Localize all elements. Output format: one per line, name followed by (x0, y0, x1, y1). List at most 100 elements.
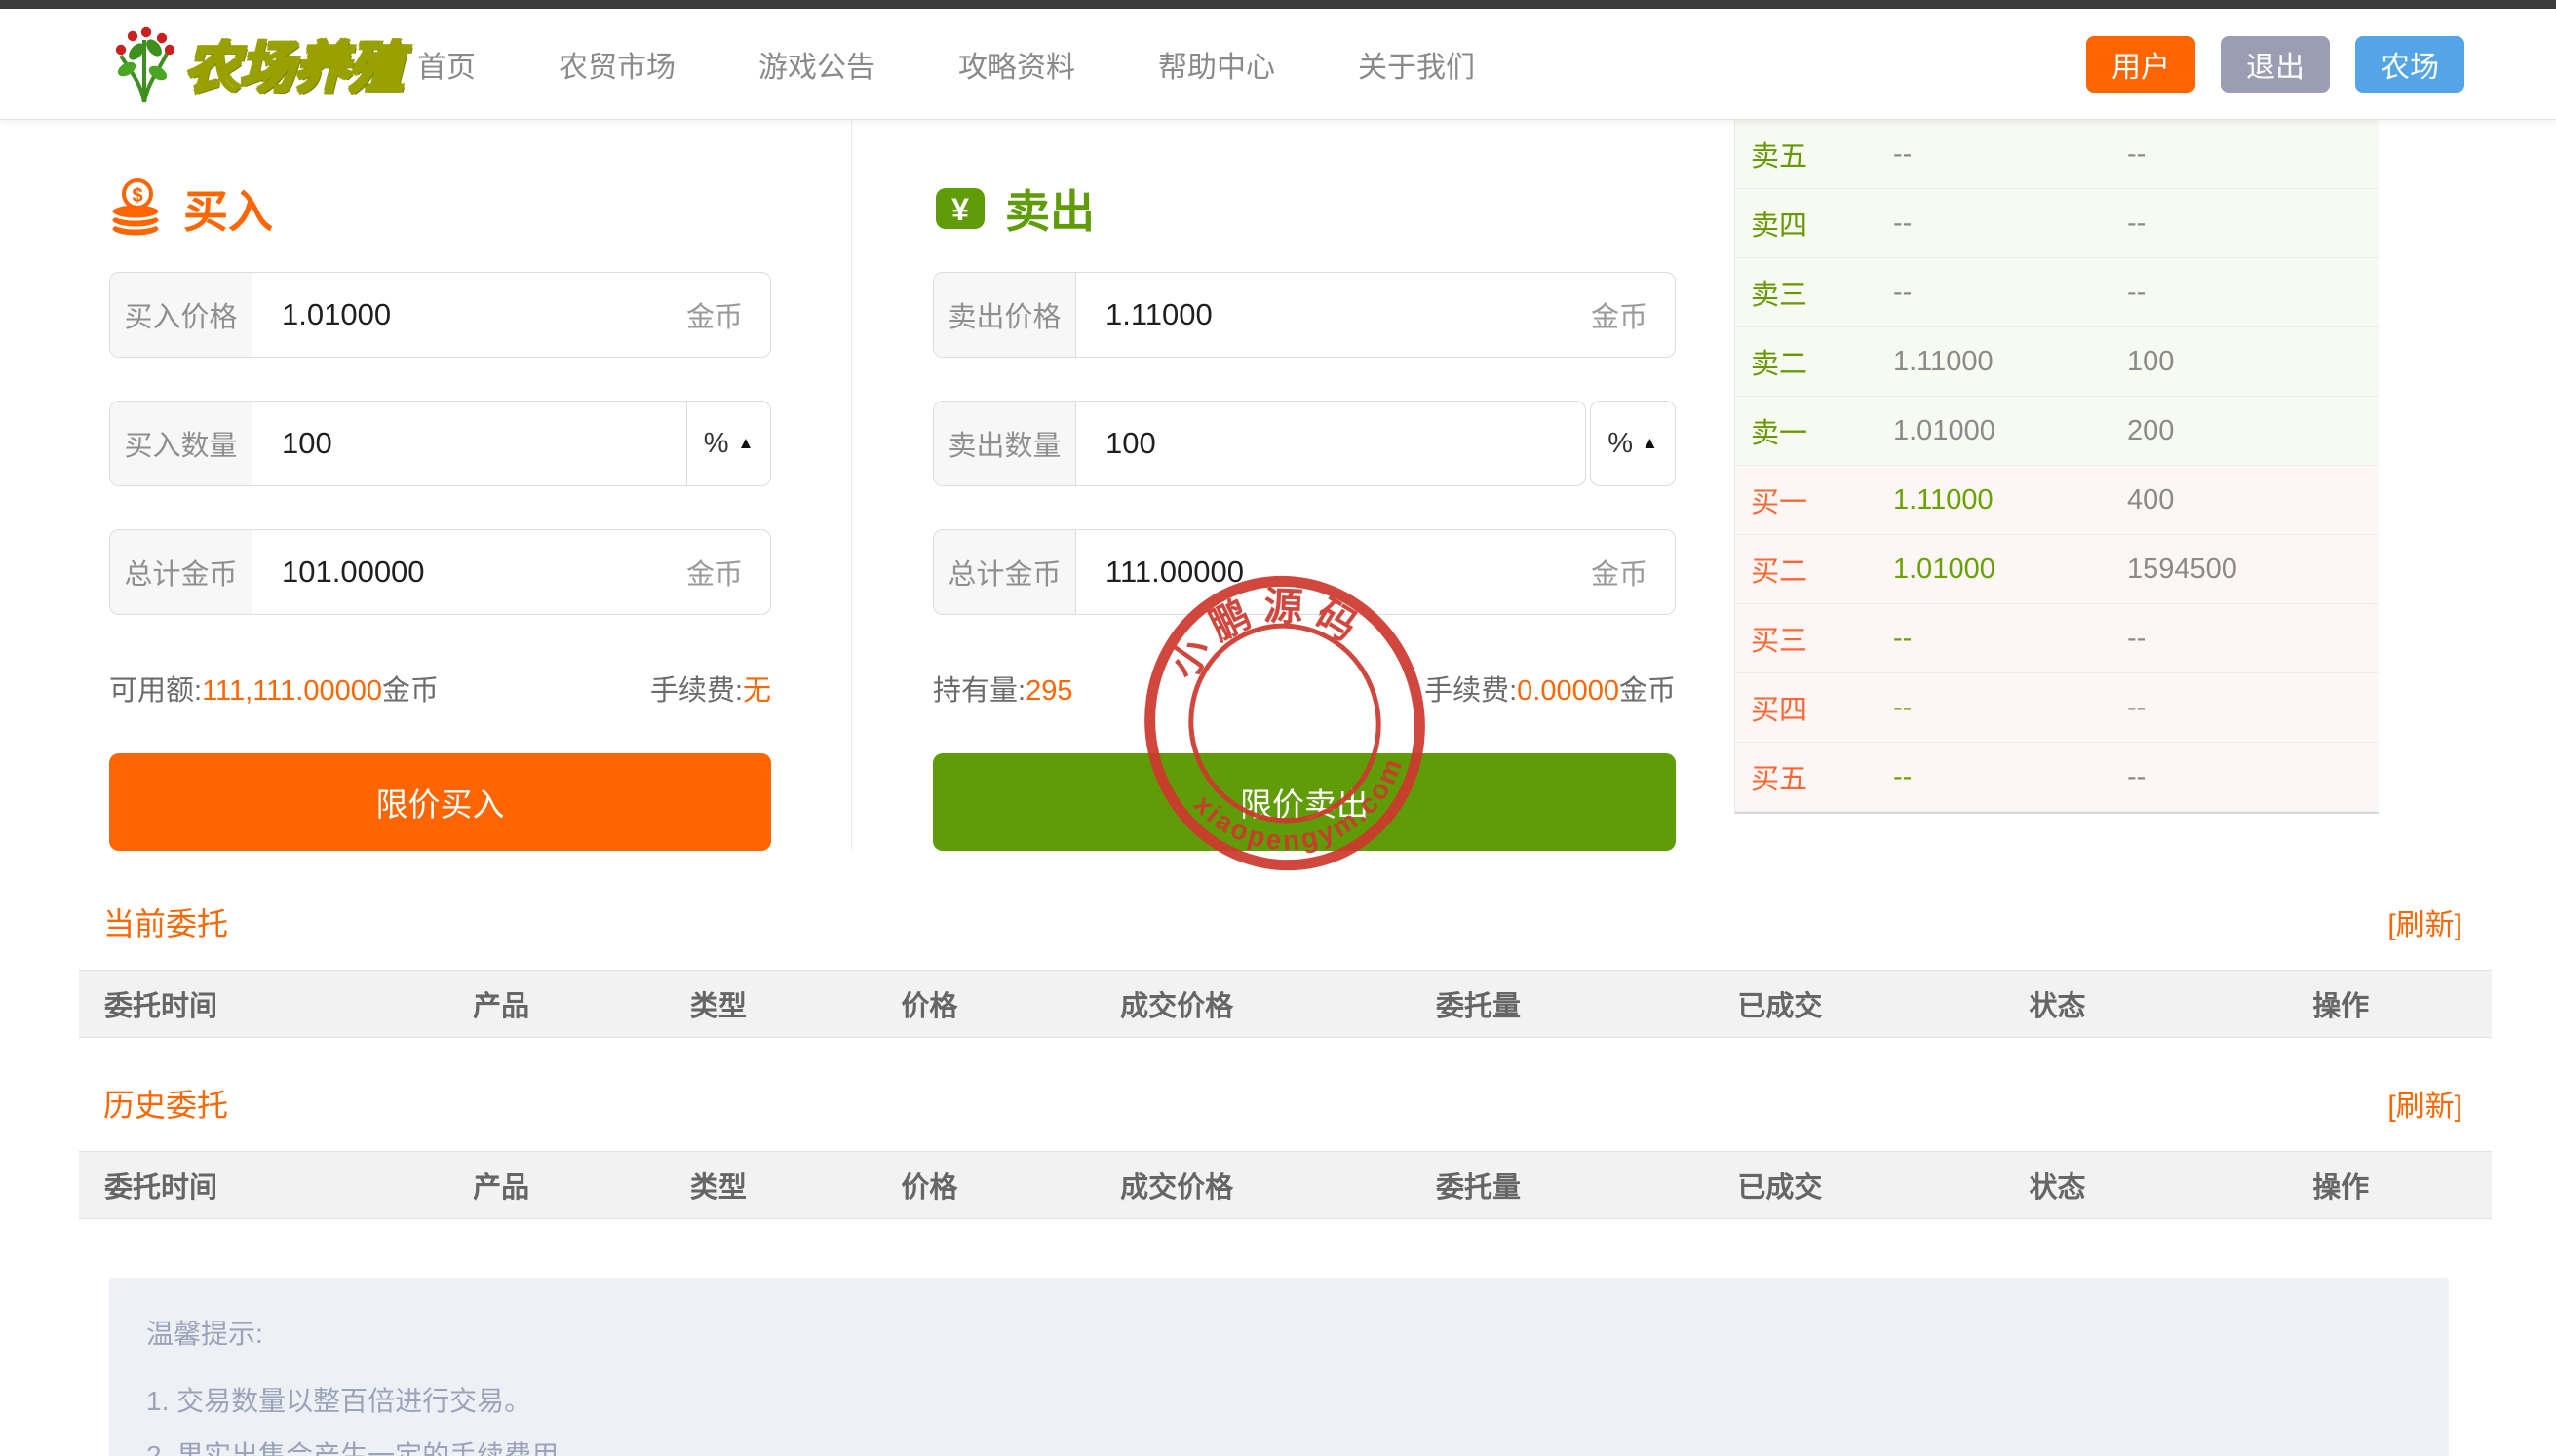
limit-buy-button[interactable]: 限价买入 (109, 753, 771, 851)
orderbook-row-buy2[interactable]: 买二 1.01000 1594500 (1735, 535, 2379, 604)
sell-amount-row: 卖出数量 % ▲ (933, 401, 1676, 486)
ob-label: 卖一 (1735, 410, 1893, 451)
sell-total-group: 总计金币 金币 (933, 529, 1676, 615)
ob-price: -- (1893, 761, 2127, 793)
col-action: 操作 (2190, 1165, 2492, 1206)
ob-label: 买三 (1735, 618, 1893, 659)
ob-price: 1.01000 (1893, 554, 2127, 586)
sell-percent-label: % (1607, 428, 1633, 460)
buy-percent-label: % (704, 428, 729, 460)
buy-panel: $ 买入 买入价格 金币 买入数量 % ▲ 总计金币 金币 (109, 120, 852, 851)
top-bar (0, 0, 2556, 9)
orderbook-row-buy5[interactable]: 买五 -- -- (1735, 743, 2379, 812)
ob-amount: -- (2127, 208, 2146, 240)
buy-available-value: 111,111.00000 (202, 675, 382, 707)
ob-price: -- (1893, 138, 2127, 171)
ob-price: 1.11000 (1893, 484, 2127, 517)
coins-icon: $ (109, 178, 166, 239)
sell-info-row: 持有量:295 手续费:0.00000金币 (933, 668, 1676, 709)
ob-label: 卖五 (1735, 134, 1893, 174)
sell-price-label: 卖出价格 (934, 273, 1076, 357)
ob-label: 买五 (1735, 756, 1893, 797)
col-type: 类型 (610, 983, 828, 1024)
nav-item-home[interactable]: 首页 (417, 43, 476, 86)
col-product: 产品 (393, 983, 610, 1024)
ob-amount: -- (2127, 761, 2146, 793)
col-status: 状态 (1924, 1165, 2189, 1206)
buy-fee-value: 无 (743, 675, 771, 707)
ob-price: -- (1893, 692, 2127, 724)
header-buttons: 用户 退出 农场 (2086, 36, 2464, 93)
current-orders-refresh-link[interactable]: [刷新] (2387, 900, 2462, 943)
order-book: 卖五 -- -- 卖四 -- -- 卖三 -- -- 卖二 1.11000 10… (1734, 120, 2379, 814)
col-deal-price: 成交价格 (1032, 983, 1322, 1024)
sell-price-unit: 金币 (1591, 273, 1675, 357)
ob-label: 卖二 (1735, 341, 1893, 382)
limit-sell-button[interactable]: 限价卖出 (933, 753, 1676, 851)
buy-total-unit: 金币 (686, 530, 770, 614)
buy-panel-title: $ 买入 (109, 176, 771, 241)
orderbook-row-buy1[interactable]: 买一 1.11000 400 (1735, 466, 2379, 535)
orderbook-row-sell3[interactable]: 卖三 -- -- (1735, 258, 2379, 327)
col-price: 价格 (827, 983, 1031, 1024)
sell-amount-input[interactable] (1076, 402, 1585, 485)
buy-amount-label: 买入数量 (110, 402, 252, 485)
col-filled: 已成交 (1635, 983, 1924, 1024)
caret-up-icon: ▲ (1642, 434, 1658, 453)
nav-item-announcements[interactable]: 游戏公告 (758, 43, 875, 86)
history-orders-section: 历史委托 [刷新] 委托时间 产品 类型 价格 成交价格 委托量 已成交 状态 … (79, 1081, 2492, 1219)
buy-total-input[interactable] (252, 530, 686, 614)
ob-label: 买一 (1735, 479, 1893, 520)
sell-holding: 持有量:295 (933, 668, 1072, 709)
history-orders-head: 历史委托 [刷新] (79, 1081, 2492, 1126)
ob-label: 卖四 (1735, 203, 1893, 244)
orderbook-row-sell5[interactable]: 卖五 -- -- (1735, 120, 2379, 189)
nav-item-about[interactable]: 关于我们 (1358, 43, 1475, 86)
col-amount: 委托量 (1322, 983, 1636, 1024)
sell-price-input[interactable] (1076, 273, 1591, 357)
orderbook-row-sell1[interactable]: 卖一 1.01000 200 (1735, 397, 2379, 466)
buy-price-input[interactable] (252, 273, 686, 357)
buy-amount-input[interactable] (252, 402, 686, 485)
orderbook-row-buy3[interactable]: 买三 -- -- (1735, 604, 2379, 673)
buy-info-row: 可用额:111,111.00000金币 手续费:无 (109, 668, 771, 709)
col-amount: 委托量 (1322, 1165, 1636, 1206)
ob-label: 买二 (1735, 549, 1893, 590)
sell-total-input[interactable] (1076, 530, 1591, 614)
tip-item-2: 2. 果实出售会产生一定的手续费用。 (146, 1441, 2412, 1456)
orderbook-row-sell4[interactable]: 卖四 -- -- (1735, 189, 2379, 258)
logout-button[interactable]: 退出 (2221, 36, 2330, 93)
history-orders-refresh-link[interactable]: [刷新] (2387, 1082, 2462, 1125)
site-header: 农场养殖 首页 农贸市场 游戏公告 攻略资料 帮助中心 关于我们 用户 退出 农… (0, 9, 2556, 120)
ob-price: -- (1893, 623, 2127, 655)
ob-label: 买四 (1735, 687, 1893, 728)
tip-item-1: 1. 交易数量以整百倍进行交易。 (146, 1387, 2412, 1416)
tips-title: 温馨提示: (146, 1313, 2412, 1352)
trade-area: $ 买入 买入价格 金币 买入数量 % ▲ 总计金币 金币 (0, 120, 2556, 851)
sell-amount-label: 卖出数量 (934, 402, 1076, 485)
orderbook-row-buy4[interactable]: 买四 -- -- (1735, 673, 2379, 743)
buy-fee: 手续费:无 (650, 668, 771, 709)
site-logo[interactable]: 农场养殖 (107, 22, 404, 106)
sell-fee-label: 手续费: (1424, 675, 1517, 707)
user-button[interactable]: 用户 (2086, 36, 2195, 93)
buy-price-label: 买入价格 (110, 273, 252, 357)
ob-amount: -- (2127, 277, 2146, 309)
nav-item-help[interactable]: 帮助中心 (1158, 43, 1275, 86)
ob-price: -- (1893, 277, 2127, 309)
buy-available: 可用额:111,111.00000金币 (109, 668, 439, 709)
orderbook-row-sell2[interactable]: 卖二 1.11000 100 (1735, 327, 2379, 397)
current-orders-head: 当前委托 [刷新] (79, 900, 2492, 944)
col-action: 操作 (2190, 983, 2492, 1024)
nav-item-market[interactable]: 农贸市场 (559, 43, 676, 86)
sell-percent-dropdown[interactable]: % ▲ (1590, 401, 1676, 486)
farm-button[interactable]: 农场 (2355, 36, 2464, 93)
buy-percent-dropdown[interactable]: % ▲ (686, 402, 770, 485)
col-filled: 已成交 (1635, 1165, 1924, 1206)
nav-item-guides[interactable]: 攻略资料 (958, 43, 1075, 86)
sell-fee: 手续费:0.00000金币 (1424, 668, 1676, 709)
caret-up-icon: ▲ (737, 434, 754, 453)
buy-available-label: 可用额: (109, 675, 202, 707)
sell-total-label: 总计金币 (934, 530, 1076, 614)
ob-amount: 1594500 (2127, 554, 2237, 586)
